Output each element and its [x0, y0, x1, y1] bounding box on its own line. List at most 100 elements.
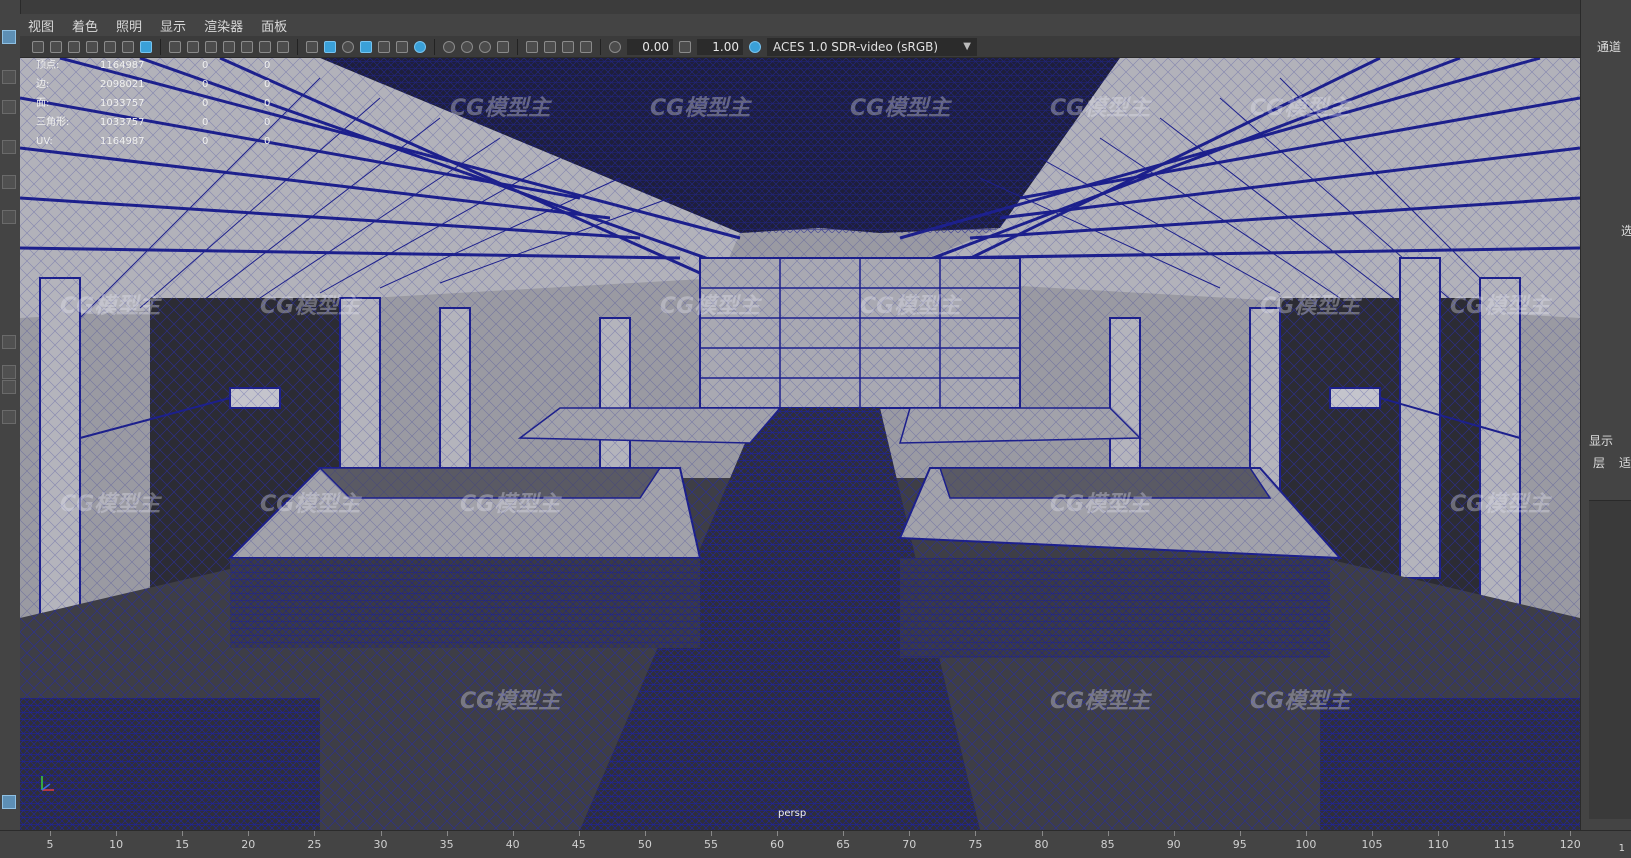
display-tab[interactable]: 显示	[1589, 432, 1613, 449]
menu-renderer[interactable]: 渲染器	[204, 16, 243, 35]
time-tick	[578, 831, 580, 836]
color-management-icon[interactable]	[749, 40, 761, 53]
channel-box-panel: 通道 选 显示 层 适	[1580, 0, 1631, 830]
tool-box	[0, 0, 21, 830]
textured-icon[interactable]	[378, 40, 390, 53]
four-layout-icon[interactable]	[2, 365, 16, 379]
time-tick	[1173, 831, 1175, 836]
time-tick	[1438, 831, 1440, 836]
grease-pencil-icon[interactable]	[140, 40, 152, 53]
time-tick-label: 15	[175, 838, 190, 851]
time-tick-label: 65	[836, 838, 851, 851]
film-gate-icon[interactable]	[187, 40, 199, 53]
channel-box-tab[interactable]: 通道	[1597, 38, 1621, 55]
camera-select-icon[interactable]	[32, 40, 44, 53]
select-tool-icon[interactable]	[2, 30, 16, 44]
watermark: CG模型主	[1260, 294, 1361, 319]
lasso-tool-icon[interactable]	[2, 70, 16, 84]
time-tick-label: 115	[1493, 838, 1515, 851]
wireframe-on-shaded-icon[interactable]	[360, 40, 372, 53]
rotate-tool-icon[interactable]	[2, 175, 16, 189]
exposure-field[interactable]: 0.00	[627, 38, 673, 55]
perspective-viewport[interactable]: CG模型主 CG模型主 CG模型主 CG模型主 CG模型主 CG模型主 CG模型…	[20, 58, 1580, 830]
watermark: CG模型主	[60, 294, 161, 319]
x-ray-joints-icon[interactable]	[562, 40, 574, 53]
bookmark-add-icon[interactable]	[86, 40, 98, 53]
use-all-lights-icon[interactable]	[396, 40, 408, 53]
toolbar-separator	[160, 38, 161, 55]
exposure-icon[interactable]	[609, 40, 621, 53]
layer-list[interactable]	[1589, 500, 1631, 819]
x-ray-icon[interactable]	[544, 40, 556, 53]
watermark: CG模型主	[460, 492, 561, 517]
depth-of-field-icon[interactable]	[497, 40, 509, 53]
watermark: CG模型主	[1450, 294, 1551, 319]
gamma-field[interactable]: 1.00	[697, 38, 743, 55]
options-menu[interactable]: 适	[1619, 454, 1631, 471]
menu-show[interactable]: 显示	[160, 16, 186, 35]
menu-panels[interactable]: 面板	[261, 16, 287, 35]
time-tick	[843, 831, 845, 836]
time-tick	[1041, 831, 1043, 836]
field-chart-icon[interactable]	[241, 40, 253, 53]
watermark: CG模型主	[260, 294, 361, 319]
camera-name-label: persp	[778, 808, 807, 819]
menu-lighting[interactable]: 照明	[116, 16, 142, 35]
scale-tool-icon[interactable]	[2, 210, 16, 224]
safe-title-icon[interactable]	[277, 40, 289, 53]
time-tick	[314, 831, 316, 836]
time-tick-label: 5	[46, 838, 54, 851]
camera-attributes-icon[interactable]	[50, 40, 62, 53]
watermark: CG模型主	[1250, 96, 1351, 121]
time-tick	[50, 831, 51, 836]
watermark: CG模型主	[450, 96, 551, 121]
time-tick-label: 45	[571, 838, 586, 851]
gamma-icon[interactable]	[679, 40, 691, 53]
menu-view[interactable]: 视图	[28, 16, 54, 35]
active-layout-icon[interactable]	[2, 795, 16, 809]
time-tick	[975, 831, 977, 836]
grid-icon[interactable]	[169, 40, 181, 53]
motion-blur-icon[interactable]	[461, 40, 473, 53]
time-tick-label: 40	[505, 838, 520, 851]
time-tick	[1570, 831, 1572, 836]
watermark: CG模型主	[60, 492, 161, 517]
time-tick	[446, 831, 448, 836]
x-ray-active-icon[interactable]	[580, 40, 592, 53]
select-menu-label[interactable]: 选	[1621, 222, 1631, 239]
image-plane-icon[interactable]	[104, 40, 116, 53]
safe-action-icon[interactable]	[259, 40, 271, 53]
poly-count-hud: 顶点: 1164987 0 0 边: 2098021 0 0 面: 103375…	[36, 56, 326, 151]
move-tool-icon[interactable]	[2, 140, 16, 154]
panel-menu-bar: 视图 着色 照明 显示 渲染器 面板	[20, 14, 1580, 36]
2d-pan-zoom-icon[interactable]	[122, 40, 134, 53]
watermark: CG模型主	[1050, 96, 1151, 121]
time-tick	[644, 831, 646, 836]
gate-mask-icon[interactable]	[223, 40, 235, 53]
bookmark-icon[interactable]	[68, 40, 80, 53]
time-slider[interactable]: 5 10 15 20 25 30 35 40 45 50 55 60 65 70 75 80 85 90 95 100…	[0, 830, 1631, 858]
multisample-aa-icon[interactable]	[479, 40, 491, 53]
chevron-down-icon: ▼	[963, 40, 971, 52]
wireframe-icon[interactable]	[306, 40, 318, 53]
single-layout-icon[interactable]	[2, 335, 16, 349]
shadows-icon[interactable]	[414, 40, 426, 53]
side-layout-icon[interactable]	[2, 380, 16, 394]
time-tick-label: 55	[704, 838, 718, 851]
default-material-icon[interactable]	[342, 40, 354, 53]
time-tick-label: 60	[770, 838, 785, 851]
current-frame: 1	[1618, 843, 1625, 854]
paint-tool-icon[interactable]	[2, 100, 16, 114]
time-tick	[711, 831, 712, 836]
isolate-select-icon[interactable]	[526, 40, 538, 53]
outliner-layout-icon[interactable]	[2, 410, 16, 424]
screen-space-ao-icon[interactable]	[443, 40, 455, 53]
time-tick	[777, 831, 779, 836]
time-tick	[1372, 831, 1373, 836]
time-tick-label: 75	[968, 838, 983, 851]
view-transform-select[interactable]: ACES 1.0 SDR-video (sRGB) ▼	[767, 37, 977, 56]
layers-menu[interactable]: 层	[1593, 454, 1605, 471]
resolution-gate-icon[interactable]	[205, 40, 217, 53]
smooth-shade-icon[interactable]	[324, 40, 336, 53]
menu-shading[interactable]: 着色	[72, 16, 98, 35]
